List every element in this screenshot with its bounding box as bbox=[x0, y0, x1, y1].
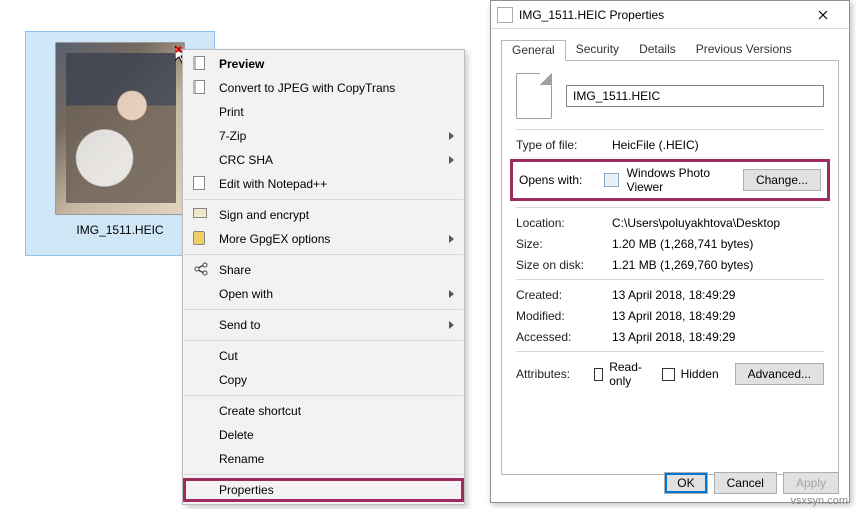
value-type: HeicFile (.HEIC) bbox=[612, 138, 824, 152]
general-tab-body: Type of file: HeicFile (.HEIC) Opens wit… bbox=[501, 61, 839, 475]
menu-properties[interactable]: Properties bbox=[183, 478, 464, 502]
value-size-on-disk: 1.21 MB (1,269,760 bytes) bbox=[612, 258, 824, 272]
menu-cut[interactable]: Cut bbox=[183, 344, 464, 368]
filename-input[interactable] bbox=[566, 85, 824, 107]
value-size: 1.20 MB (1,268,741 bytes) bbox=[612, 237, 824, 251]
separator bbox=[184, 309, 463, 310]
label-size: Size: bbox=[516, 237, 612, 251]
tab-general[interactable]: General bbox=[501, 40, 566, 61]
readonly-label: Read-only bbox=[609, 360, 645, 388]
menu-shortcut-label: Create shortcut bbox=[219, 404, 301, 418]
cancel-button[interactable]: Cancel bbox=[714, 472, 777, 494]
dialog-icon bbox=[497, 7, 513, 23]
share-icon bbox=[193, 262, 209, 278]
tab-details[interactable]: Details bbox=[629, 40, 686, 61]
menu-open-with[interactable]: Open with bbox=[183, 282, 464, 306]
opens-with-row: Opens with: Windows Photo Viewer Change.… bbox=[510, 159, 830, 201]
value-opens-with: Windows Photo Viewer bbox=[627, 166, 735, 194]
divider bbox=[516, 129, 824, 130]
label-location: Location: bbox=[516, 216, 612, 230]
menu-gpgex-label: More GpgEX options bbox=[219, 232, 330, 246]
menu-convert-jpeg[interactable]: Convert to JPEG with CopyTrans bbox=[183, 76, 464, 100]
menu-copy-label: Copy bbox=[219, 373, 247, 387]
separator bbox=[184, 199, 463, 200]
separator bbox=[184, 474, 463, 475]
checkbox-icon bbox=[662, 368, 675, 381]
menu-preview-label: Preview bbox=[219, 57, 264, 71]
preview-icon bbox=[193, 56, 209, 72]
menu-crc-label: CRC SHA bbox=[219, 153, 273, 167]
apply-button[interactable]: Apply bbox=[783, 472, 839, 494]
hidden-checkbox[interactable]: Hidden bbox=[662, 367, 719, 381]
menu-7zip[interactable]: 7-Zip bbox=[183, 124, 464, 148]
tabs: General Security Details Previous Versio… bbox=[501, 39, 839, 61]
separator bbox=[184, 254, 463, 255]
notepadpp-icon bbox=[193, 176, 209, 192]
divider bbox=[516, 351, 824, 352]
menu-share-label: Share bbox=[219, 263, 251, 277]
dialog-title: IMG_1511.HEIC Properties bbox=[519, 8, 803, 22]
label-attributes: Attributes: bbox=[516, 367, 594, 381]
menu-sign-label: Sign and encrypt bbox=[219, 208, 309, 222]
menu-send-to[interactable]: Send to bbox=[183, 313, 464, 337]
value-location: C:\Users\poluyakhtova\Desktop bbox=[612, 216, 824, 230]
lock-icon bbox=[193, 231, 209, 247]
menu-sendto-label: Send to bbox=[219, 318, 260, 332]
file-icon bbox=[516, 73, 552, 119]
value-created: 13 April 2018, 18:49:29 bbox=[612, 288, 824, 302]
menu-preview[interactable]: Preview bbox=[183, 52, 464, 76]
menu-share[interactable]: Share bbox=[183, 258, 464, 282]
menu-edit-notepadpp[interactable]: Edit with Notepad++ bbox=[183, 172, 464, 196]
menu-delete[interactable]: Delete bbox=[183, 423, 464, 447]
label-created: Created: bbox=[516, 288, 612, 302]
label-modified: Modified: bbox=[516, 309, 612, 323]
menu-rename[interactable]: Rename bbox=[183, 447, 464, 471]
value-modified: 13 April 2018, 18:49:29 bbox=[612, 309, 824, 323]
divider bbox=[516, 207, 824, 208]
mail-icon bbox=[193, 207, 209, 223]
properties-dialog: IMG_1511.HEIC Properties General Securit… bbox=[490, 0, 850, 503]
close-button[interactable] bbox=[803, 1, 843, 28]
titlebar[interactable]: IMG_1511.HEIC Properties bbox=[491, 1, 849, 29]
menu-openwith-label: Open with bbox=[219, 287, 273, 301]
advanced-button[interactable]: Advanced... bbox=[735, 363, 824, 385]
label-accessed: Accessed: bbox=[516, 330, 612, 344]
change-button[interactable]: Change... bbox=[743, 169, 821, 191]
checkbox-icon bbox=[594, 368, 603, 381]
menu-gpgex[interactable]: More GpgEX options bbox=[183, 227, 464, 251]
dialog-button-bar: OK Cancel Apply bbox=[664, 472, 839, 494]
menu-rename-label: Rename bbox=[219, 452, 264, 466]
tab-security[interactable]: Security bbox=[566, 40, 629, 61]
label-type: Type of file: bbox=[516, 138, 612, 152]
menu-delete-label: Delete bbox=[219, 428, 254, 442]
label-opens-with: Opens with: bbox=[519, 173, 596, 187]
menu-sign-encrypt[interactable]: Sign and encrypt bbox=[183, 203, 464, 227]
context-menu: Preview Convert to JPEG with CopyTrans P… bbox=[182, 49, 465, 505]
menu-7zip-label: 7-Zip bbox=[219, 129, 246, 143]
readonly-checkbox[interactable]: Read-only bbox=[594, 360, 646, 388]
menu-convert-label: Convert to JPEG with CopyTrans bbox=[219, 81, 395, 95]
menu-npp-label: Edit with Notepad++ bbox=[219, 177, 327, 191]
menu-copy[interactable]: Copy bbox=[183, 368, 464, 392]
watermark: vsxsyn.com bbox=[791, 495, 848, 507]
menu-crc-sha[interactable]: CRC SHA bbox=[183, 148, 464, 172]
value-accessed: 13 April 2018, 18:49:29 bbox=[612, 330, 824, 344]
menu-print-label: Print bbox=[219, 105, 244, 119]
convert-icon bbox=[193, 80, 209, 96]
separator bbox=[184, 340, 463, 341]
menu-cut-label: Cut bbox=[219, 349, 238, 363]
hidden-label: Hidden bbox=[681, 367, 719, 381]
menu-print[interactable]: Print bbox=[183, 100, 464, 124]
menu-create-shortcut[interactable]: Create shortcut bbox=[183, 399, 464, 423]
file-name-label: IMG_1511.HEIC bbox=[36, 223, 204, 237]
ok-button[interactable]: OK bbox=[664, 472, 707, 494]
close-icon bbox=[818, 10, 828, 20]
separator bbox=[184, 395, 463, 396]
menu-properties-label: Properties bbox=[219, 483, 274, 497]
divider bbox=[516, 279, 824, 280]
label-size-on-disk: Size on disk: bbox=[516, 258, 612, 272]
tab-previous-versions[interactable]: Previous Versions bbox=[686, 40, 802, 61]
photo-viewer-icon bbox=[604, 173, 618, 187]
file-thumbnail bbox=[55, 42, 185, 215]
